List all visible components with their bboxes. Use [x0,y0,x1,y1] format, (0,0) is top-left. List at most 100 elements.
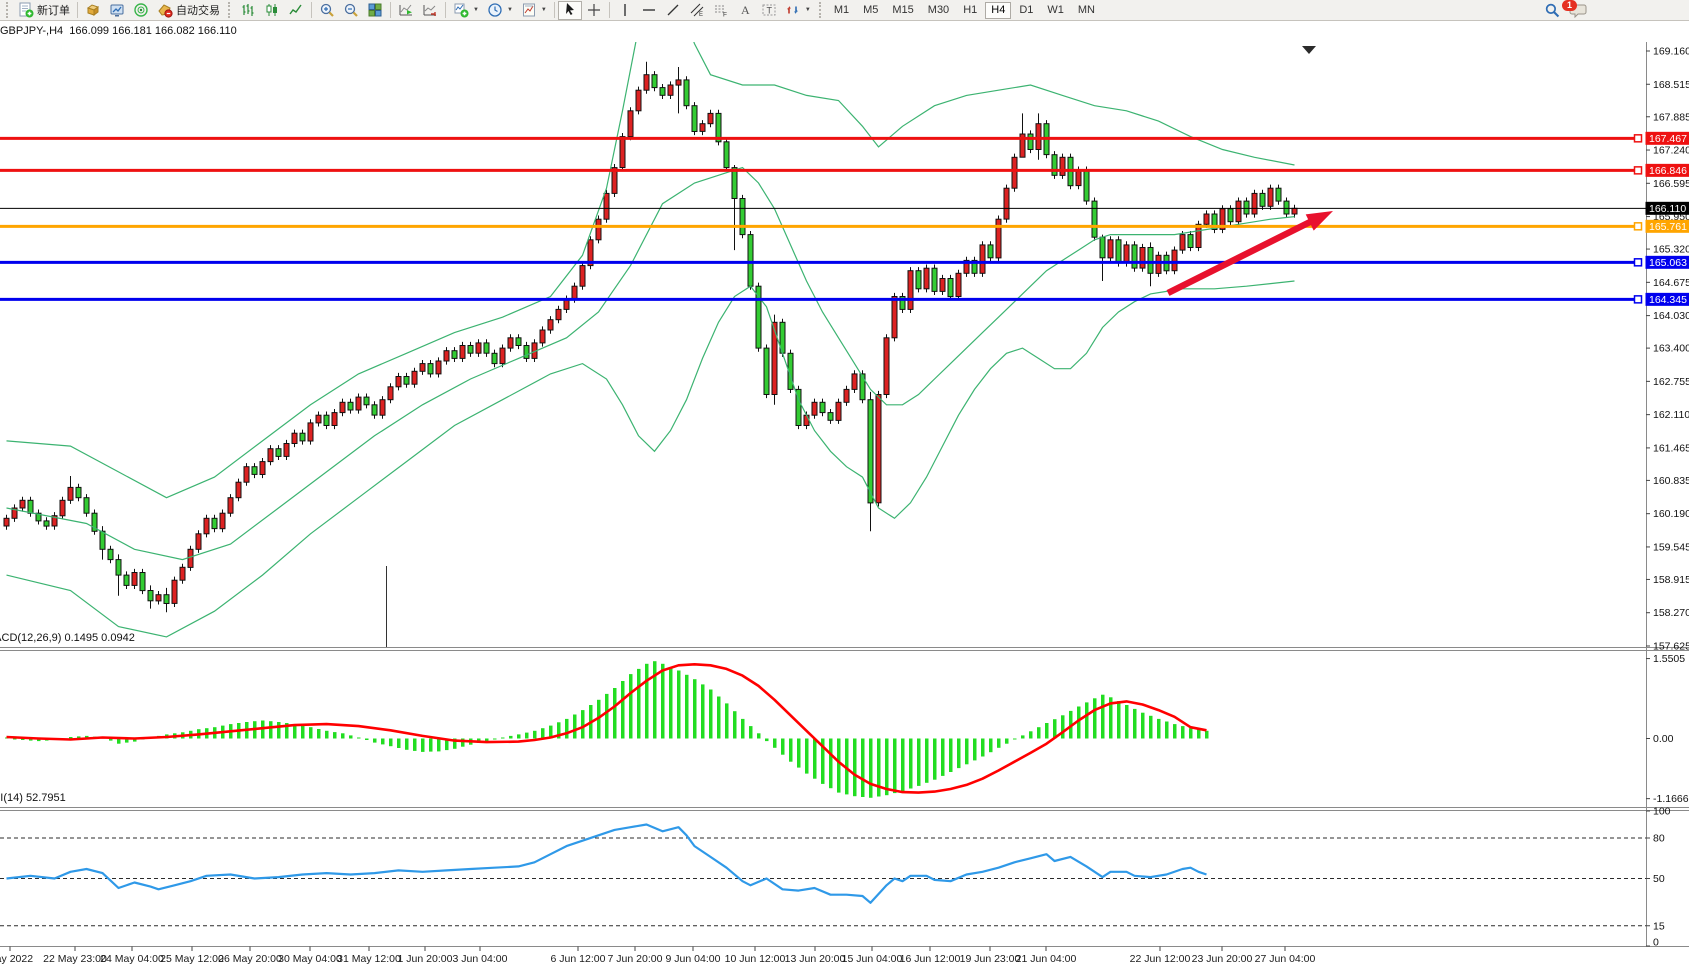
time-axis-label: 24 May 04:00 [100,953,164,965]
new-order-icon [18,2,34,18]
time-axis-label: May 2022 [0,953,33,965]
price-tick-label: 167.885 [1653,111,1689,123]
chart-svg[interactable]: 169.160168.515167.885167.240166.595165.9… [0,21,1689,968]
auto-trading-icon [157,2,173,18]
auto-trading-label: 自动交易 [176,2,220,18]
macd-label: MACD(12,26,9) 0.1495 0.0942 [0,632,135,644]
time-axis-label: 7 Jun 20:00 [608,953,663,965]
vertical-line-button[interactable] [613,1,637,20]
chevron-down-icon: ▼ [507,7,513,13]
time-axis-label: 31 May 12:00 [337,953,401,965]
cursor-arrow-icon [562,2,578,18]
horizontal-line-button[interactable] [637,1,661,20]
vertical-line-icon [617,2,633,18]
levels-layer [0,135,1646,303]
tab-timeframe-m5[interactable]: M5 [857,2,884,19]
tab-timeframe-w1[interactable]: W1 [1041,2,1070,19]
periods-button[interactable]: ▼ [483,1,517,20]
time-axis-label: 3 Jun 04:00 [453,953,508,965]
toolbar-grip[interactable] [819,2,823,18]
toolbar-grip[interactable] [228,2,232,18]
chart-shift-icon [422,2,438,18]
indicators-button[interactable]: ▼ [449,1,483,20]
data-window-button[interactable] [105,1,129,20]
time-axis-label: 21 Jun 04:00 [1016,953,1077,965]
tab-timeframe-h1[interactable]: H1 [957,2,983,19]
notifications-button[interactable]: 1 [1565,1,1591,20]
fibonacci-button[interactable]: F [709,1,733,20]
price-level-badge-label: 164.345 [1649,294,1687,306]
macd-tick-label: 1.5505 [1653,653,1685,665]
price-axis[interactable]: 169.160168.515167.885167.240166.595165.9… [1646,46,1689,949]
arrow-objects-button[interactable]: ▼ [781,1,815,20]
rsi-tick-label: 50 [1653,873,1665,885]
candlestick-chart-button[interactable] [260,1,284,20]
tile-windows-button[interactable] [363,1,387,20]
bar-chart-button[interactable] [236,1,260,20]
channel-icon: E [689,2,705,18]
crosshair-icon [586,2,602,18]
tab-timeframe-d1[interactable]: D1 [1013,2,1039,19]
fibonacci-icon: F [713,2,729,18]
rsi-tick-label: 80 [1653,833,1665,845]
zoom-out-button[interactable] [339,1,363,20]
tab-timeframe-mn[interactable]: MN [1072,2,1101,19]
crosshair-button[interactable] [582,1,606,20]
toolbar-separator [77,2,78,18]
price-tick-label: 168.515 [1653,79,1689,91]
time-axis-label: 15 Jun 04:00 [842,953,903,965]
time-axis-label: 27 Jun 04:00 [1255,953,1316,965]
macd-tick-label: -1.1666 [1653,793,1689,805]
rsi-tick-label: 15 [1653,920,1665,932]
templates-button[interactable]: ▼ [517,1,551,20]
rsi-label-wrap: RSI(14) 52.7951 [0,791,400,807]
auto-trading-button[interactable]: 自动交易 [153,1,224,20]
chevron-down-icon: ▼ [473,7,479,13]
price-level-badge-label: 167.467 [1649,133,1687,145]
text-button[interactable]: A [733,1,757,20]
macd-tick-label: 0.00 [1653,733,1674,745]
chart-window[interactable]: 169.160168.515167.885167.240166.595165.9… [0,21,1689,947]
cursor-button[interactable] [558,1,582,20]
time-axis-label: 22 May 23:00 [43,953,107,965]
time-axis-label: 13 Jun 20:00 [785,953,846,965]
price-tick-label: 164.030 [1653,310,1689,322]
arrow-shapes-icon [785,2,801,18]
equidistant-channel-button[interactable]: E [685,1,709,20]
trendline-button[interactable] [661,1,685,20]
horizontal-line-icon [641,2,657,18]
navigator-button[interactable] [129,1,153,20]
price-tick-label: 157.625 [1653,640,1689,652]
auto-scroll-button[interactable] [394,1,418,20]
tile-windows-icon [367,2,383,18]
gold-cube-icon [85,2,101,18]
line-chart-button[interactable] [284,1,308,20]
zoom-out-icon [343,2,359,18]
symbol-ohlc-label: GBPJPY-,H4 166.099 166.181 166.082 166.1… [0,25,237,37]
tab-timeframe-h4[interactable]: H4 [985,2,1011,19]
text-label-button[interactable]: T [757,1,781,20]
macd-layer [5,661,1209,798]
radar-icon [133,2,149,18]
rsi-layer [0,825,1646,926]
toolbar-grip[interactable] [6,2,10,18]
price-tick-label: 165.320 [1653,244,1689,256]
time-axis[interactable]: May 202222 May 23:0024 May 04:0025 May 1… [0,947,1316,966]
tab-timeframe-m30[interactable]: M30 [922,2,955,19]
time-axis-label: 9 Jun 04:00 [666,953,721,965]
chart-shift-button[interactable] [418,1,442,20]
chart-top-marker [1302,46,1316,54]
time-axis-label: 23 Jun 20:00 [1192,953,1253,965]
new-order-button[interactable]: 新订单 [14,1,74,20]
toolbar-separator [609,2,610,18]
market-watch-button[interactable] [81,1,105,20]
tab-timeframe-m1[interactable]: M1 [828,2,855,19]
price-tick-label: 169.160 [1653,46,1689,58]
time-axis-label: 6 Jun 12:00 [551,953,606,965]
text-a-icon: A [737,2,753,18]
zoom-in-button[interactable] [315,1,339,20]
tab-timeframe-m15[interactable]: M15 [886,2,919,19]
auto-scroll-icon [398,2,414,18]
price-level-badge-label: 166.846 [1649,165,1687,177]
price-level-badge-label: 165.761 [1649,221,1687,233]
